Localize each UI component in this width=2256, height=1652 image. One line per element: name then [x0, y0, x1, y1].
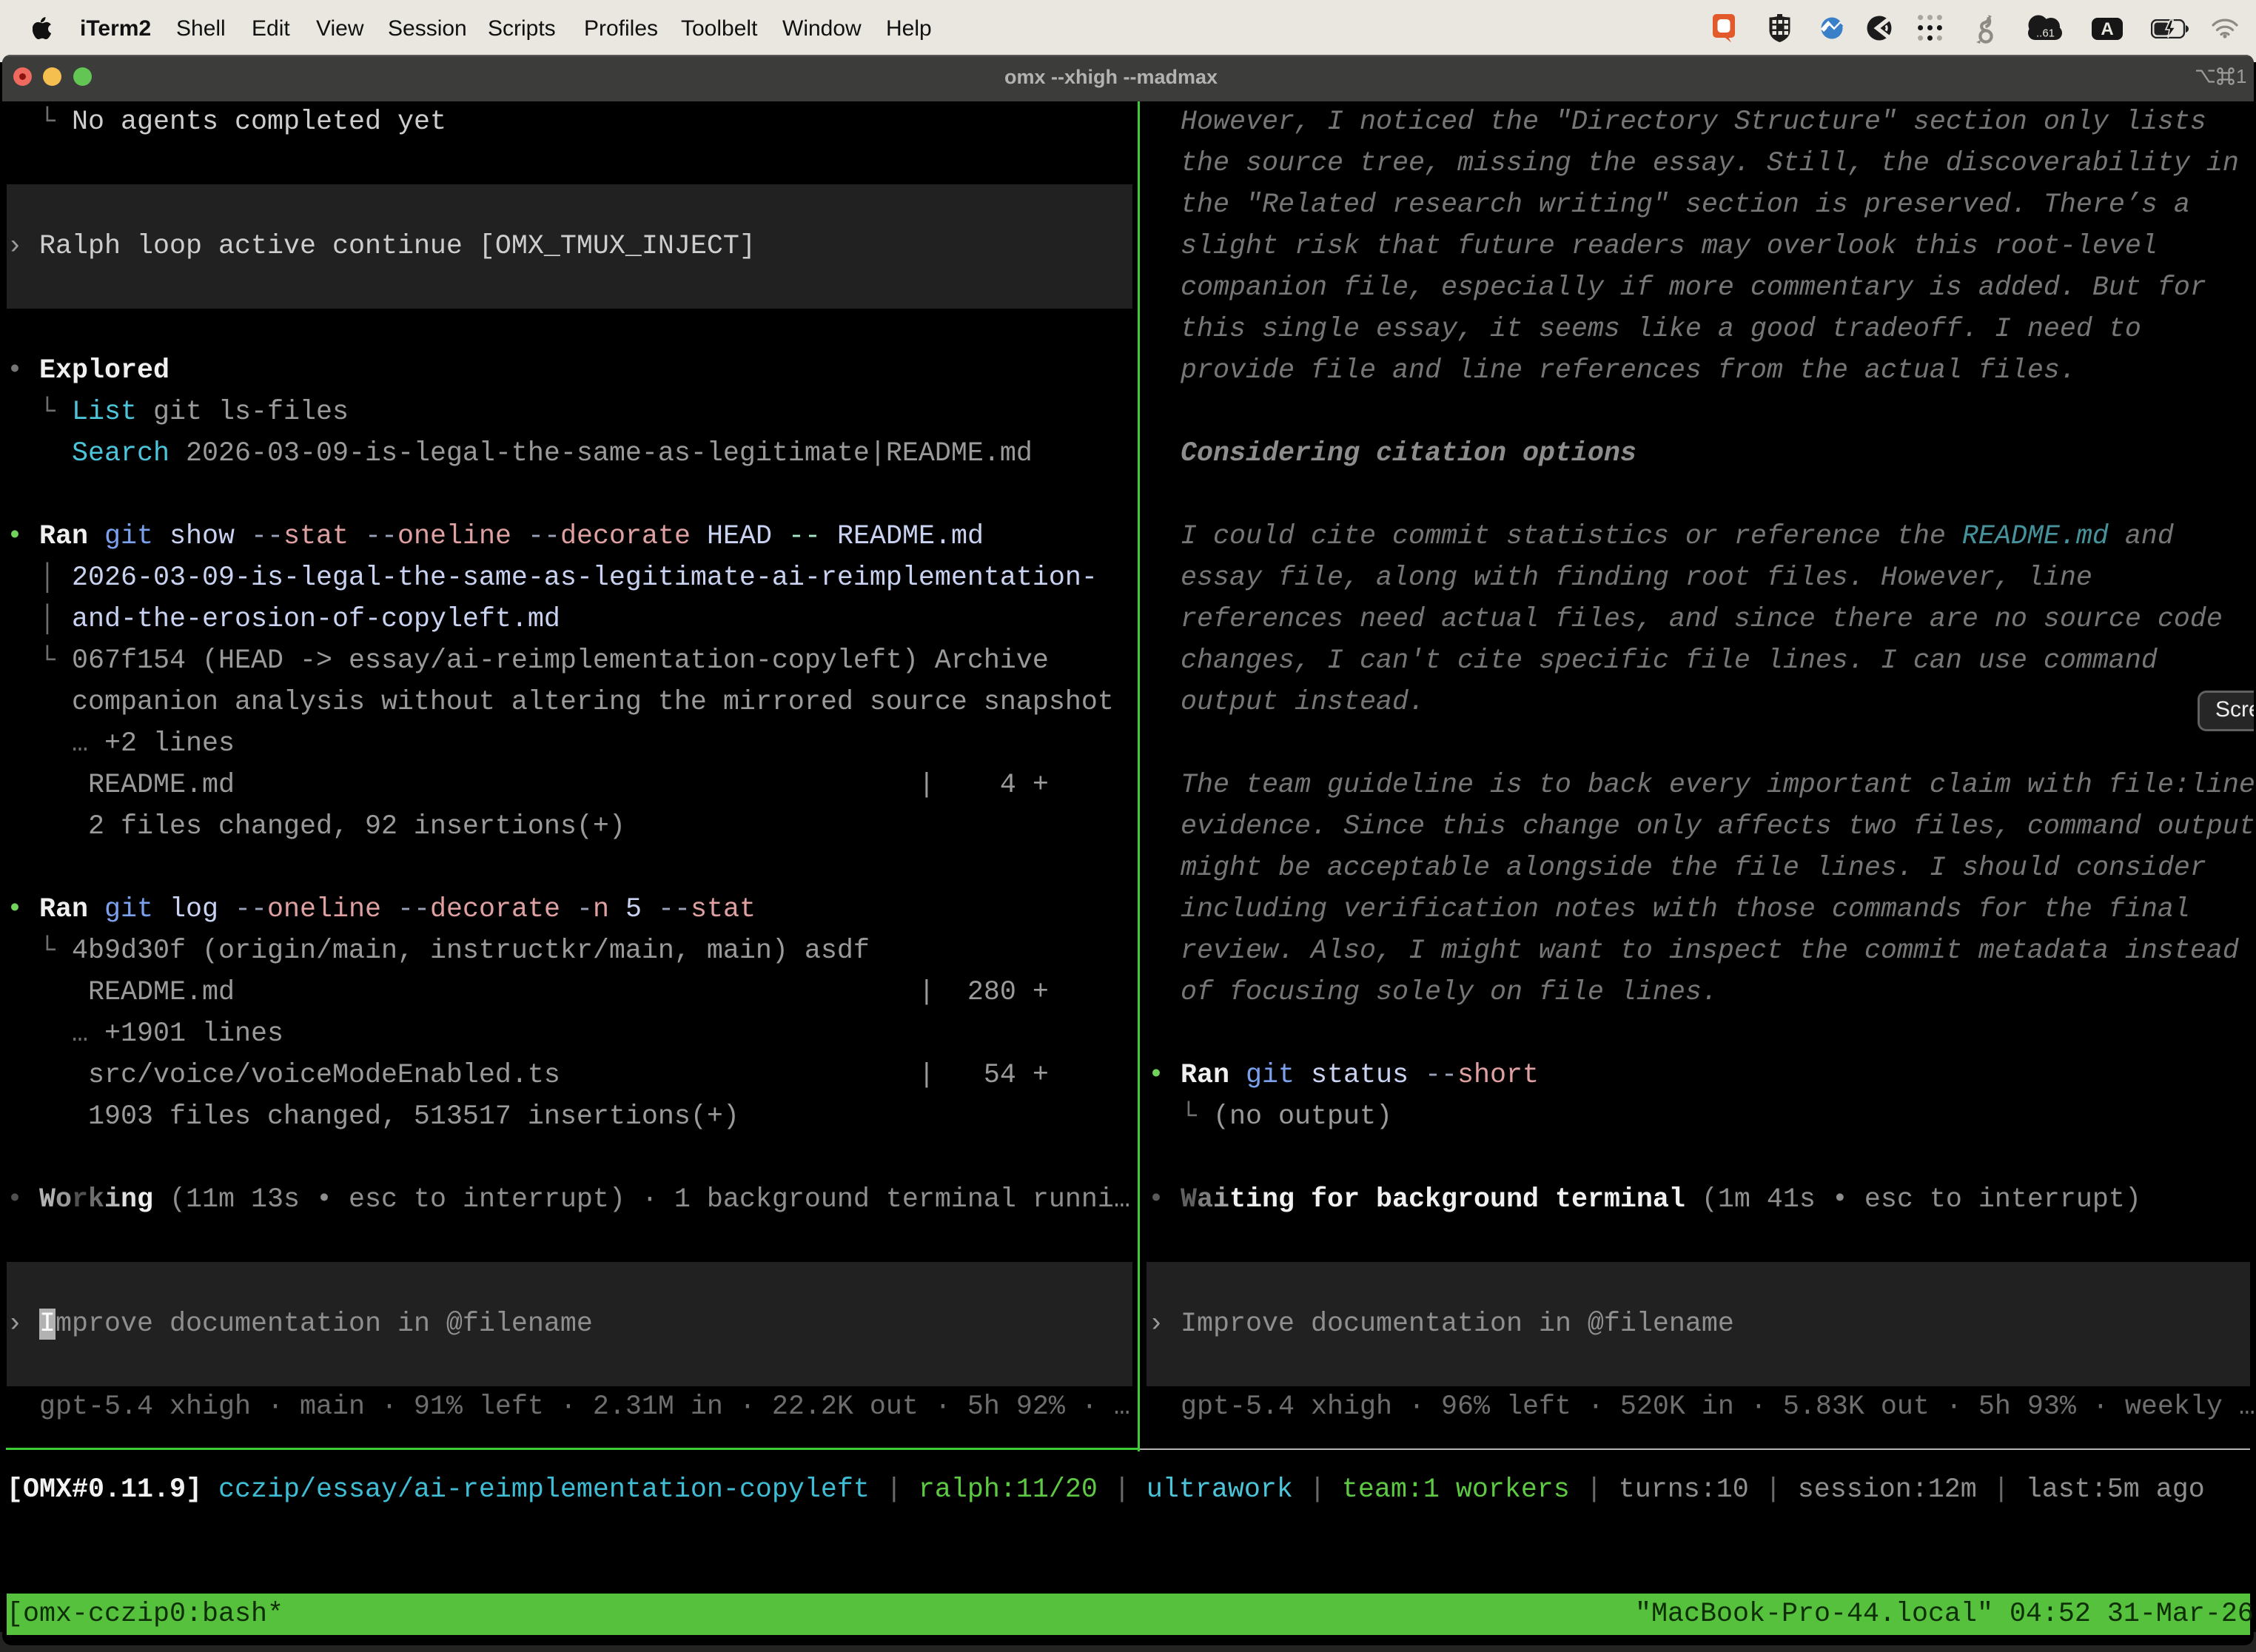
svg-text:1: 1 — [2236, 66, 2246, 87]
svg-text:..61: ..61 — [2036, 27, 2055, 40]
